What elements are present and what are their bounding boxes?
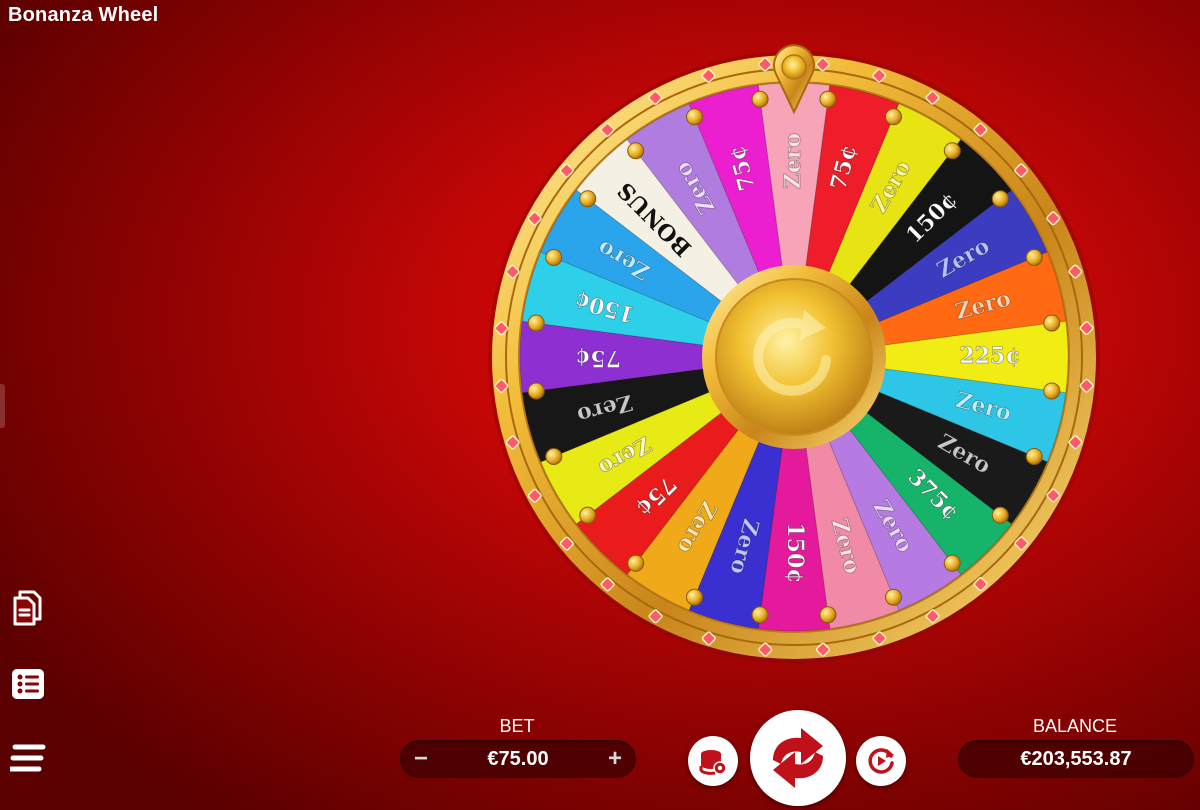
wheel-peg (527, 382, 545, 400)
prize-wheel[interactable]: Zero 75¢ Zero 150¢ Zero Zero 225¢ Zero Zero 375¢ Z… (486, 42, 1102, 672)
wheel-peg (1043, 314, 1061, 332)
wheel-peg (579, 190, 597, 208)
wheel-peg (751, 606, 769, 624)
wheel-peg (1043, 382, 1061, 400)
wheel-peg (751, 90, 769, 108)
wheel-peg (627, 142, 645, 160)
app-title: Bonanza Wheel (8, 4, 159, 26)
menu-icon (10, 744, 46, 772)
prize-wheel-graphic: Zero 75¢ Zero150¢ZeroZero225¢ZeroZero375¢Z… (488, 44, 1100, 663)
wheel-peg (627, 554, 645, 572)
main-menu-button[interactable] (8, 738, 48, 778)
balance-field: €203,553.87 (958, 740, 1194, 778)
history-button[interactable] (8, 664, 48, 704)
side-drawer-handle[interactable] (0, 384, 5, 428)
balance-label: BALANCE (1032, 716, 1118, 736)
chip-select-button[interactable] (688, 736, 738, 786)
wheel-peg (885, 588, 902, 606)
wheel-peg (885, 108, 902, 126)
history-list-icon (12, 669, 44, 699)
wheel-peg (943, 142, 961, 160)
spin-button[interactable] (750, 710, 846, 806)
wheel-peg (545, 448, 563, 465)
wheel-peg (991, 506, 1009, 524)
segment-label: Zero (780, 133, 806, 189)
wheel-peg (819, 606, 837, 624)
bet-decrease-button[interactable]: − (406, 740, 436, 778)
wheel-peg (943, 554, 961, 572)
wheel-peg (991, 190, 1009, 208)
segment-label: 150¢ (782, 522, 808, 583)
paytable-icon (13, 590, 42, 626)
wheel-peg (545, 249, 563, 266)
wheel-peg (1025, 249, 1043, 266)
segment-label: 75¢ (575, 345, 621, 371)
bet-field: €75.00 − + (400, 740, 636, 778)
bet-increase-button[interactable]: + (600, 740, 630, 778)
paytable-button[interactable] (8, 588, 48, 628)
hub (715, 278, 873, 436)
coin-stack-icon (699, 750, 727, 775)
wheel-peg (1025, 448, 1043, 465)
wheel-peg (686, 588, 703, 606)
bet-label: BET (499, 716, 535, 736)
wheel-peg (527, 314, 545, 332)
autoplay-icon (868, 748, 894, 774)
wheel-peg (819, 90, 837, 108)
wheel-peg (579, 506, 597, 524)
segment-label: 225¢ (959, 343, 1020, 369)
spin-arrows-icon (773, 728, 823, 788)
bet-value: €75.00 (487, 747, 549, 770)
wheel-peg (686, 108, 703, 126)
autoplay-button[interactable] (856, 736, 906, 786)
balance-value: €203,553.87 (1020, 747, 1132, 770)
